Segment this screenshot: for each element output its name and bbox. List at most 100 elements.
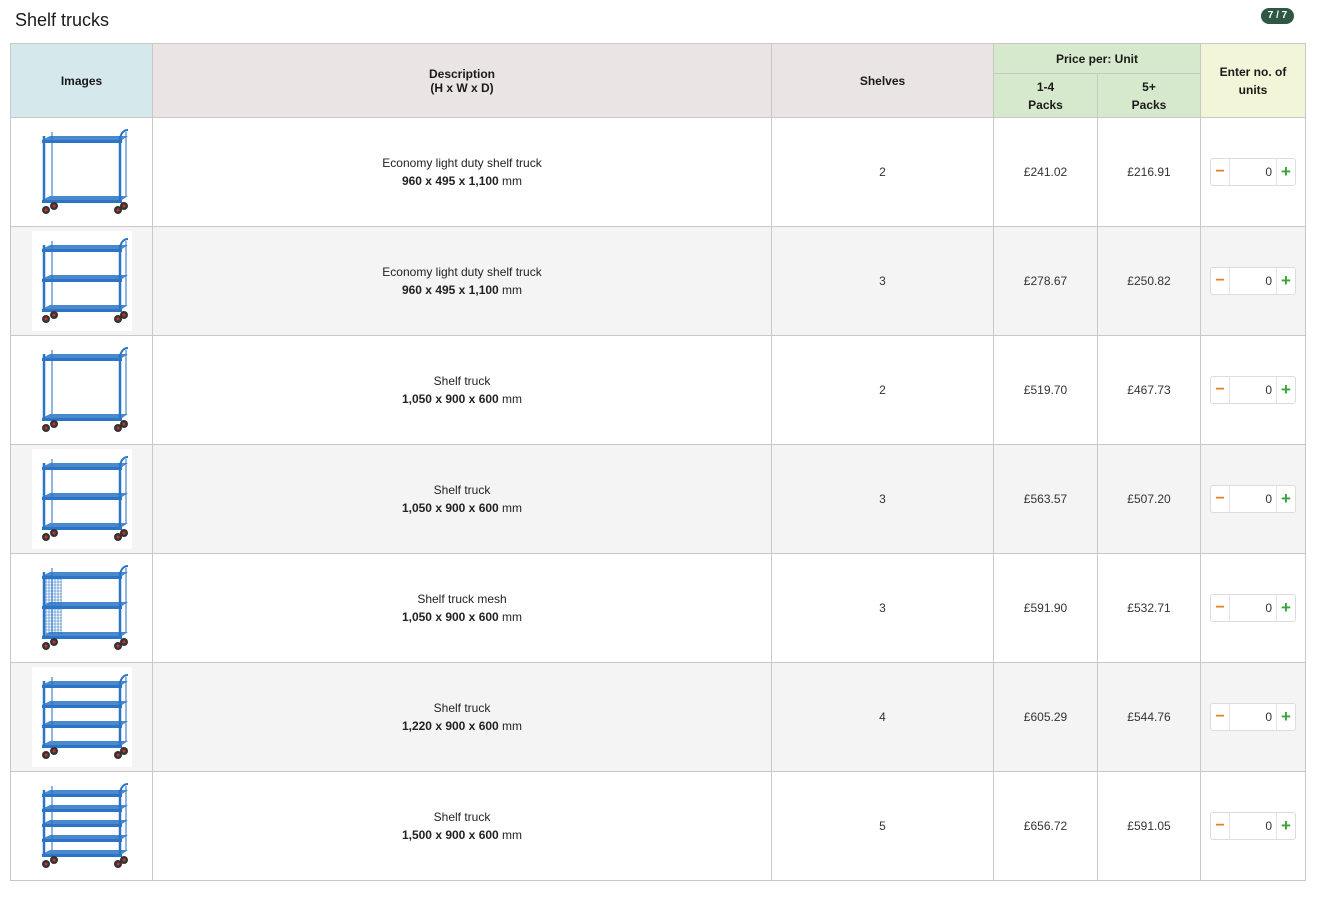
description-cell: Shelf truck 1,050 x 900 x 600 mm [152, 444, 772, 554]
dimensions-value: 1,050 x 900 x 600 [401, 501, 499, 515]
column-header-shelves: Shelves [771, 43, 994, 118]
quantity-input[interactable]: 0 [1229, 595, 1277, 621]
product-dimensions: 960 x 495 x 1,100 mm [153, 174, 771, 188]
pack-5plus-line2: Packs [1131, 97, 1167, 112]
product-name: Economy light duty shelf truck [382, 156, 542, 170]
quantity-stepper[interactable]: −0 + [1210, 376, 1296, 404]
quantity-cell: −0 + [1200, 553, 1306, 663]
plus-icon[interactable]: + [1277, 704, 1295, 730]
quantity-input[interactable]: 0 [1229, 159, 1277, 185]
price-1-4-cell: £278.67 [993, 226, 1098, 336]
product-dimensions: 1,050 x 900 x 600 mm [153, 392, 771, 406]
minus-icon[interactable]: − [1211, 813, 1229, 839]
quantity-cell: −0 + [1200, 771, 1306, 881]
minus-icon[interactable]: − [1211, 704, 1229, 730]
price-1-4-cell: £241.02 [993, 117, 1098, 227]
minus-icon[interactable]: − [1211, 159, 1229, 185]
product-dimensions: 1,050 x 900 x 600 mm [153, 610, 771, 624]
dimensions-value: 960 x 495 x 1,100 [401, 174, 499, 188]
quantity-stepper[interactable]: −0 + [1210, 267, 1296, 295]
minus-icon[interactable]: − [1211, 595, 1229, 621]
product-image-cell [10, 444, 153, 554]
product-name: Economy light duty shelf truck [382, 265, 542, 279]
product-table: Images Description (H x W x D) Shelves P… [10, 42, 1306, 881]
product-name: Shelf truck [433, 810, 491, 824]
shelves-cell: 5 [771, 771, 994, 881]
quantity-input[interactable]: 0 [1229, 486, 1277, 512]
plus-icon[interactable]: + [1277, 377, 1295, 403]
product-image-cell [10, 553, 153, 663]
quantity-stepper[interactable]: −0 + [1210, 812, 1296, 840]
price-1-4-cell: £656.72 [993, 771, 1098, 881]
plus-icon[interactable]: + [1277, 813, 1295, 839]
product-image [31, 231, 132, 331]
shelves-cell: 4 [771, 662, 994, 772]
product-image-cell [10, 226, 153, 336]
pack-5plus-line1: 5+ [1142, 79, 1156, 94]
dimensions-unit: mm [498, 174, 523, 188]
description-cell: Shelf truck 1,500 x 900 x 600 mm [152, 771, 772, 881]
dimensions-unit: mm [498, 719, 523, 733]
dimensions-value: 960 x 495 x 1,100 [401, 283, 499, 297]
shelf-truck-illustration [41, 456, 128, 541]
price-5plus-cell: £216.91 [1097, 117, 1201, 227]
plus-icon[interactable]: + [1277, 268, 1295, 294]
quantity-stepper[interactable]: −0 + [1210, 158, 1296, 186]
minus-icon[interactable]: − [1211, 486, 1229, 512]
description-cell: Economy light duty shelf truck 960 x 495 … [152, 226, 772, 336]
dimensions-value: 1,220 x 900 x 600 [401, 719, 499, 733]
column-header-units: Enter no. of units [1200, 43, 1306, 118]
price-1-4-cell: £519.70 [993, 335, 1098, 445]
dimensions-unit: mm [498, 610, 523, 624]
minus-icon[interactable]: − [1211, 377, 1229, 403]
product-dimensions: 1,050 x 900 x 600 mm [153, 501, 771, 515]
product-image-cell [10, 771, 153, 881]
dimensions-unit: mm [498, 283, 523, 297]
product-image-cell [10, 335, 153, 445]
page-count-badge: 7 / 7 [1261, 8, 1294, 24]
page-title: Shelf trucks [15, 10, 110, 30]
minus-icon[interactable]: − [1211, 268, 1229, 294]
shelf-truck-illustration [41, 674, 128, 759]
product-image [31, 449, 132, 549]
quantity-input[interactable]: 0 [1229, 704, 1277, 730]
quantity-cell: −0 + [1200, 662, 1306, 772]
dimensions-value: 1,500 x 900 x 600 [401, 828, 499, 842]
plus-icon[interactable]: + [1277, 595, 1295, 621]
quantity-stepper[interactable]: −0 + [1210, 594, 1296, 622]
product-image [31, 340, 132, 440]
column-header-pack-1-4: 1-4 Packs [993, 73, 1098, 118]
table-row: Shelf truck 1,050 x 900 x 600 mm 3 £563.57 £… [10, 444, 1306, 554]
description-cell: Shelf truck mesh 1,050 x 900 x 600 mm [152, 553, 772, 663]
quantity-stepper[interactable]: −0 + [1210, 485, 1296, 513]
column-header-description: Description (H x W x D) [152, 43, 772, 118]
plus-icon[interactable]: + [1277, 486, 1295, 512]
table-row: Shelf truck 1,500 x 900 x 600 mm 5 £656.72 £… [10, 771, 1306, 881]
description-header-sub: (H x W x D) [430, 80, 494, 95]
dimensions-value: 1,050 x 900 x 600 [401, 392, 499, 406]
table-row: Economy light duty shelf truck 960 x 495 … [10, 117, 1306, 227]
product-image-cell [10, 662, 153, 772]
product-image [31, 122, 132, 222]
column-header-price-per: Price per: Unit [993, 42, 1201, 75]
quantity-input[interactable]: 0 [1229, 813, 1277, 839]
price-5plus-cell: £507.20 [1097, 444, 1201, 554]
dimensions-unit: mm [498, 392, 523, 406]
price-1-4-cell: £563.57 [993, 444, 1098, 554]
quantity-input[interactable]: 0 [1229, 377, 1277, 403]
table-row: Shelf truck 1,050 x 900 x 600 mm 2 £519.70 £… [10, 335, 1306, 445]
product-image [31, 776, 132, 876]
price-1-4-cell: £591.90 [993, 553, 1098, 663]
product-name: Shelf truck mesh [417, 592, 507, 606]
product-image-cell [10, 117, 153, 227]
plus-icon[interactable]: + [1277, 159, 1295, 185]
price-5plus-cell: £467.73 [1097, 335, 1201, 445]
quantity-input[interactable]: 0 [1229, 268, 1277, 294]
units-header-line1: Enter no. of [1219, 64, 1287, 79]
price-5plus-cell: £591.05 [1097, 771, 1201, 881]
column-header-images: Images [10, 43, 153, 118]
quantity-stepper[interactable]: −0 + [1210, 703, 1296, 731]
shelves-cell: 3 [771, 226, 994, 336]
column-header-pack-5plus: 5+ Packs [1097, 73, 1201, 118]
product-image [31, 558, 132, 658]
